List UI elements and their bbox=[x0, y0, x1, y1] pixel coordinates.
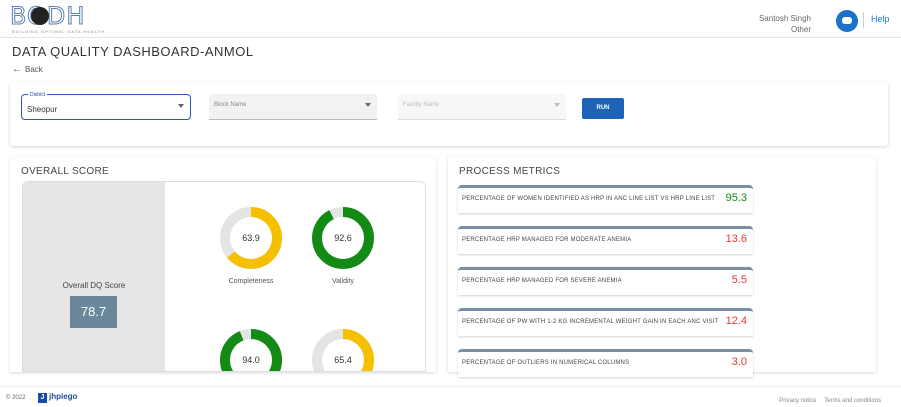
process-metrics-title: PROCESS METRICS bbox=[459, 166, 561, 177]
metric-label: PERCENTAGE HRP MANAGED FOR MODERATE ANEM… bbox=[462, 237, 632, 243]
metric-value: 95.3 bbox=[725, 192, 747, 204]
terms-link[interactable]: Terms and conditions bbox=[824, 398, 881, 404]
donut-third: 94.0 bbox=[219, 328, 283, 371]
footer: © 2022 Jjhpiego Privacy notice Terms and… bbox=[0, 386, 901, 407]
metric-label: PERCENTAGE HRP MANAGED FOR SEVERE ANEMIA bbox=[462, 278, 622, 284]
filter-card: District Sheopur Block Name Facility Nam… bbox=[10, 82, 888, 146]
metric-card: PERCENTAGE OF WOMEN IDENTIFIED AS HRP IN… bbox=[458, 185, 753, 213]
donut-value: 63.9 bbox=[242, 233, 260, 243]
back-link[interactable]: ← Back bbox=[12, 64, 43, 75]
donut-label-validity: Validity bbox=[331, 278, 355, 285]
metric-card: PERCENTAGE OF OUTLIERS IN NUMERICAL COLU… bbox=[458, 349, 753, 377]
facility-placeholder: Facility Name bbox=[403, 102, 440, 108]
district-value: Sheopur bbox=[27, 105, 58, 114]
jhpiego-text: jhpiego bbox=[49, 392, 78, 401]
donut-fourth: 65.4 bbox=[311, 328, 375, 371]
metric-card: PERCENTAGE HRP MANAGED FOR MODERATE ANEM… bbox=[458, 226, 753, 254]
district-label: District bbox=[28, 92, 48, 98]
overall-score-panel: OVERALL SCORE Overall DQ Score 78.7 63.9… bbox=[10, 157, 436, 372]
donut-validity: 92.6 bbox=[311, 206, 375, 270]
metric-value: 12.4 bbox=[725, 315, 747, 327]
block-placeholder: Block Name bbox=[214, 102, 247, 108]
top-bar: BODH BUILDING OPTIMAL DATA HEALTH Santos… bbox=[0, 0, 901, 38]
arrow-left-icon: ← bbox=[12, 64, 22, 75]
metric-label: PERCENTAGE OF WOMEN IDENTIFIED AS HRP IN… bbox=[462, 196, 716, 202]
donut-value: 65.4 bbox=[334, 355, 352, 365]
chevron-down-icon bbox=[365, 103, 371, 107]
user-name: Santosh Singh bbox=[758, 14, 811, 23]
privacy-link[interactable]: Privacy notice bbox=[779, 398, 816, 404]
user-info: Santosh Singh Other bbox=[759, 13, 811, 35]
metric-card: PERCENTAGE HRP MANAGED FOR SEVERE ANEMIA… bbox=[458, 267, 753, 295]
jhpiego-mark-icon: J bbox=[38, 393, 47, 403]
user-role: Other bbox=[790, 25, 811, 34]
footer-links: Privacy notice Terms and conditions bbox=[773, 398, 881, 404]
district-select[interactable]: District Sheopur bbox=[21, 92, 191, 120]
metric-card: PERCENTAGE OF PW WITH 1-2 KG INCREMENTAL… bbox=[458, 308, 753, 336]
process-metrics-panel: PROCESS METRICS PERCENTAGE OF WOMEN IDEN… bbox=[448, 157, 876, 377]
logo-ball-icon bbox=[31, 7, 49, 25]
chevron-down-icon bbox=[554, 103, 560, 107]
header-divider bbox=[863, 12, 864, 28]
run-button[interactable]: RUN bbox=[582, 98, 624, 119]
metric-value: 5.5 bbox=[731, 274, 747, 286]
chevron-down-icon bbox=[178, 104, 184, 108]
donut-value: 94.0 bbox=[242, 355, 260, 365]
metric-value: 13.6 bbox=[725, 233, 747, 245]
bodh-logo[interactable]: BODH BUILDING OPTIMAL DATA HEALTH bbox=[9, 2, 103, 35]
page-title: DATA QUALITY DASHBOARD-ANMOL bbox=[12, 44, 254, 59]
copyright: © 2022 bbox=[6, 395, 26, 401]
score-box: Overall DQ Score 78.7 63.9 Completeness … bbox=[22, 181, 426, 372]
metric-value: 3.0 bbox=[731, 356, 747, 368]
metric-label: PERCENTAGE OF PW WITH 1-2 KG INCREMENTAL… bbox=[462, 319, 719, 325]
overall-dq-section: Overall DQ Score 78.7 bbox=[23, 182, 165, 371]
block-select[interactable]: Block Name bbox=[209, 94, 377, 120]
avatar-robot-icon[interactable] bbox=[836, 10, 858, 32]
jhpiego-logo[interactable]: Jjhpiego bbox=[38, 392, 77, 403]
facility-select[interactable]: Facility Name bbox=[398, 94, 566, 120]
overall-dq-label: Overall DQ Score bbox=[62, 281, 126, 290]
overall-score-title: OVERALL SCORE bbox=[21, 166, 110, 177]
help-link[interactable]: Help bbox=[871, 14, 890, 24]
metric-label: PERCENTAGE OF OUTLIERS IN NUMERICAL COLU… bbox=[462, 360, 630, 366]
donut-label-completeness: Completeness bbox=[228, 278, 274, 285]
logo-subtitle: BUILDING OPTIMAL DATA HEALTH bbox=[12, 29, 105, 34]
donut-value: 92.6 bbox=[334, 233, 352, 243]
donut-completeness: 63.9 bbox=[219, 206, 283, 270]
overall-dq-value: 78.7 bbox=[70, 296, 117, 328]
back-label: Back bbox=[25, 65, 43, 74]
